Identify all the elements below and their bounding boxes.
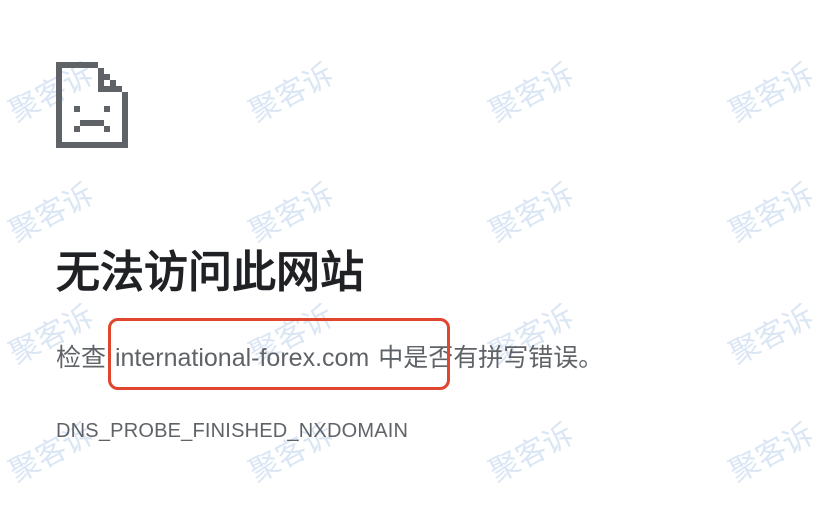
sad-document-icon — [56, 62, 128, 148]
message-prefix: 检查 — [56, 344, 113, 372]
page-title: 无法访问此网站 — [56, 247, 364, 298]
error-code: DNS_PROBE_FINISHED_NXDOMAIN — [56, 420, 409, 442]
watermark-text: 聚客诉 — [243, 56, 340, 130]
watermark-text: 聚客诉 — [483, 176, 580, 250]
watermark-text: 聚客诉 — [3, 176, 100, 250]
watermark-text: 聚客诉 — [483, 416, 580, 490]
annotation-highlight-box — [108, 318, 450, 390]
watermark-text: 聚客诉 — [723, 176, 820, 250]
watermark-text: 聚客诉 — [723, 56, 820, 130]
watermark-text: 聚客诉 — [723, 416, 820, 490]
error-page: 聚客诉 聚客诉 聚客诉 聚客诉 聚客诉 聚客诉 聚客诉 聚客诉 聚客诉 聚客诉 聚客诉 聚客诉 聚客诉聚… — [0, 0, 828, 506]
watermark-text: 聚客诉 — [483, 56, 580, 130]
watermark-text: 聚客诉 — [723, 298, 820, 372]
watermark-text: 聚客诉 — [243, 176, 340, 250]
